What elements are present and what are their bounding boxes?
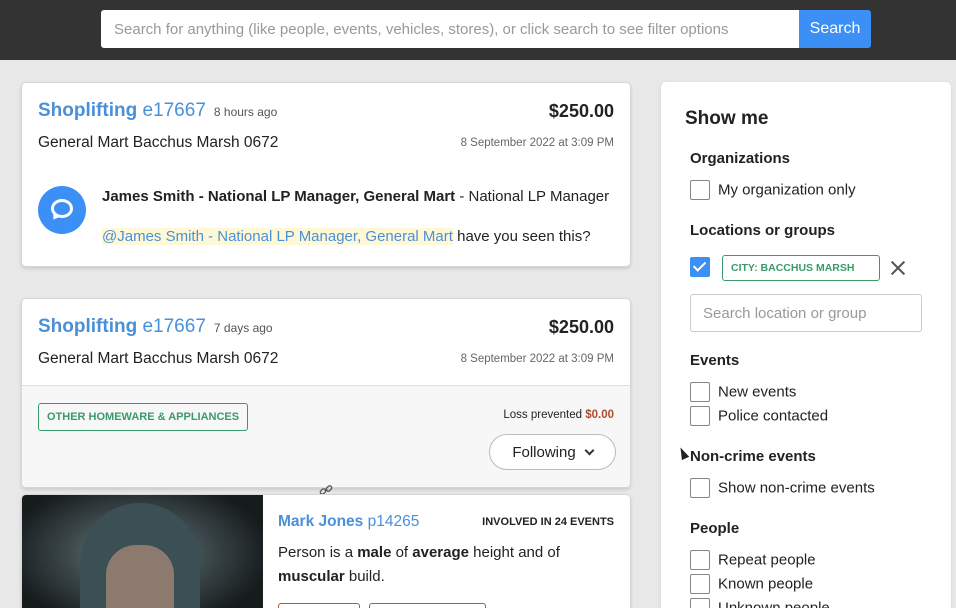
- close-icon[interactable]: [890, 260, 906, 276]
- loss-label: Loss prevented: [503, 409, 586, 421]
- checkbox[interactable]: [690, 478, 710, 498]
- event-card[interactable]: Shoplifting e17667 7 days ago $250.00 Gen…: [21, 298, 631, 488]
- checkbox[interactable]: [690, 406, 710, 426]
- city-checkbox-checked[interactable]: [690, 257, 710, 277]
- comment-mention[interactable]: @James Smith - National LP Manager, Gene…: [102, 228, 453, 245]
- person-description: Person is a male of average height and o…: [278, 541, 598, 589]
- events-heading: Events: [690, 352, 740, 369]
- repeat-people-checkbox[interactable]: Repeat people: [690, 550, 816, 570]
- person-name-text[interactable]: Mark Jones: [278, 513, 363, 530]
- event-type[interactable]: Shoplifting: [38, 316, 137, 337]
- top-bar: Search: [0, 0, 956, 60]
- checkbox-label: Repeat people: [718, 551, 816, 569]
- noncrime-heading: Non-crime events: [690, 448, 816, 465]
- event-id[interactable]: e17667: [142, 316, 205, 337]
- chevron-down-icon: [584, 445, 595, 455]
- new-events-checkbox[interactable]: New events: [690, 382, 796, 402]
- filter-sidebar: Show me Organizations My organization on…: [661, 82, 951, 608]
- police-contacted-checkbox[interactable]: Police contacted: [690, 406, 828, 426]
- person-photo[interactable]: [22, 495, 263, 608]
- desc-text: Person is a: [278, 544, 358, 561]
- checkbox-label: Police contacted: [718, 407, 829, 425]
- following-label: Following: [512, 443, 576, 461]
- involved-count: INVOLVED IN 24 EVENTS: [482, 516, 614, 528]
- desc-text: height and of: [469, 544, 560, 561]
- event-type[interactable]: Shoplifting: [38, 100, 137, 121]
- checkbox[interactable]: [690, 382, 710, 402]
- desc-gender: male: [357, 544, 392, 561]
- checkbox-label: New events: [718, 383, 797, 401]
- global-search-input[interactable]: [101, 10, 800, 48]
- checkbox[interactable]: [690, 574, 710, 594]
- person-tag[interactable]: [278, 603, 360, 608]
- comment-text: have you seen this?: [452, 228, 591, 245]
- event-footer: OTHER HOMEWARE & APPLIANCES Loss prevent…: [22, 385, 630, 487]
- event-time-ago: 8 hours ago: [213, 105, 278, 119]
- loss-prevented: Loss prevented $0.00: [503, 409, 614, 421]
- event-card[interactable]: Shoplifting e17667 8 hours ago $250.00 Ge…: [21, 82, 631, 267]
- face-shape: [106, 545, 174, 608]
- checkbox[interactable]: [690, 598, 710, 608]
- locations-heading: Locations or groups: [690, 222, 836, 239]
- event-title[interactable]: Shoplifting e17667 8 hours ago: [38, 100, 277, 122]
- event-store: General Mart Bacchus Marsh 0672: [38, 350, 279, 367]
- person-name[interactable]: Mark Jones p14265: [278, 513, 419, 531]
- following-dropdown-button[interactable]: Following: [489, 434, 616, 470]
- desc-height: average: [412, 544, 469, 561]
- people-heading: People: [690, 520, 740, 537]
- event-store: General Mart Bacchus Marsh 0672: [38, 134, 279, 151]
- city-tag[interactable]: CITY: BACCHUS MARSH: [722, 255, 880, 281]
- organizations-heading: Organizations: [690, 150, 791, 167]
- loss-value: $0.00: [585, 409, 614, 421]
- person-card[interactable]: Mark Jones p14265 INVOLVED IN 24 EVENTS …: [21, 494, 631, 608]
- sidebar-title: Show me: [685, 108, 769, 129]
- event-time-ago: 7 days ago: [213, 321, 273, 335]
- event-id[interactable]: e17667: [142, 100, 205, 121]
- checkbox[interactable]: [690, 550, 710, 570]
- person-id[interactable]: p14265: [368, 513, 420, 530]
- comment-body: @James Smith - National LP Manager, Gene…: [102, 228, 591, 245]
- comment-author: James Smith - National LP Manager, Gener…: [102, 188, 609, 205]
- desc-text: build.: [344, 568, 385, 585]
- checkbox[interactable]: [690, 180, 710, 200]
- desc-text: of: [391, 544, 413, 561]
- chat-bubble-icon: [38, 186, 86, 234]
- event-title[interactable]: Shoplifting e17667 7 days ago: [38, 316, 273, 338]
- checkbox-label: My organization only: [718, 181, 856, 199]
- checkbox-label: Known people: [718, 575, 814, 593]
- comment-author-role: - National LP Manager: [455, 188, 610, 205]
- unknown-people-checkbox[interactable]: Unknown people: [690, 598, 830, 608]
- checkbox-label: Unknown people: [718, 599, 830, 608]
- event-date: 8 September 2022 at 3:09 PM: [460, 353, 614, 365]
- checkbox-label: Show non-crime events: [718, 479, 875, 497]
- person-tag[interactable]: [369, 603, 486, 608]
- comment-author-name: James Smith - National LP Manager, Gener…: [102, 188, 456, 205]
- search-button[interactable]: Search: [799, 10, 871, 48]
- category-tag[interactable]: OTHER HOMEWARE & APPLIANCES: [38, 403, 249, 431]
- event-date: 8 September 2022 at 3:09 PM: [460, 137, 614, 149]
- known-people-checkbox[interactable]: Known people: [690, 574, 813, 594]
- noncrime-checkbox[interactable]: Show non-crime events: [690, 478, 875, 498]
- event-amount: $250.00: [548, 101, 614, 121]
- event-amount: $250.00: [548, 317, 614, 337]
- location-search-input[interactable]: [690, 294, 922, 332]
- desc-build: muscular: [278, 568, 345, 585]
- my-org-checkbox[interactable]: My organization only: [690, 180, 856, 200]
